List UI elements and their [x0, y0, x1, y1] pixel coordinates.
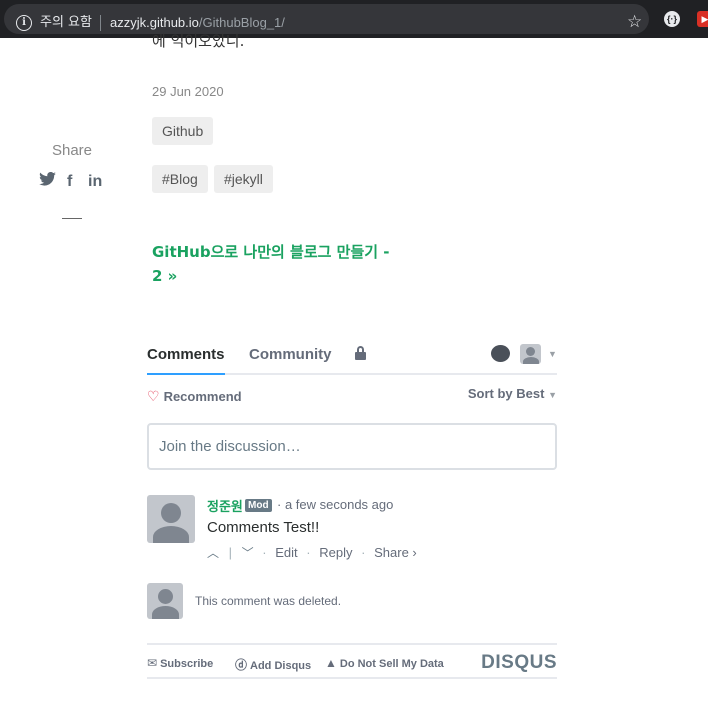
- post-body-text: 에 익이오았니.: [152, 32, 245, 50]
- post-date: 29 Jun 2020: [152, 84, 224, 99]
- next-post-link[interactable]: GitHub으로 나만의 블로그 만들기 - 2 »: [152, 240, 392, 288]
- mod-badge: Mod: [245, 499, 272, 512]
- category-tag[interactable]: Github: [152, 117, 214, 145]
- url-path: /GithubBlog_1/: [198, 15, 285, 30]
- deleted-comment-text: This comment was deleted.: [195, 594, 342, 608]
- edit-button[interactable]: Edit: [275, 545, 297, 560]
- share-label: Share: [51, 142, 93, 159]
- subscribe-label: Subscribe: [160, 658, 214, 670]
- downvote-icon[interactable]: ﹀: [242, 544, 254, 561]
- twitter-icon[interactable]: [39, 171, 56, 192]
- chevron-down-icon: ▼: [548, 390, 557, 400]
- upvote-icon[interactable]: ︿: [207, 544, 219, 561]
- lock-icon[interactable]: [355, 346, 366, 360]
- comment-item: 정준원 Mod · a few seconds ago Comments Tes…: [147, 495, 557, 575]
- tab-comments[interactable]: Comments: [147, 346, 225, 375]
- url-host: azzyjk.github.io: [110, 15, 199, 30]
- address-divider: [100, 15, 101, 31]
- recommend-label: Recommend: [163, 389, 242, 404]
- heart-icon: ♡: [147, 388, 160, 404]
- recommend-button[interactable]: ♡ Recommend: [147, 388, 242, 405]
- comment-actions: ︿ | ﹀ · Edit · Reply · Share ›: [207, 544, 417, 561]
- comment-time[interactable]: · a few seconds ago: [277, 497, 393, 512]
- deleted-comment: This comment was deleted.: [147, 583, 557, 623]
- disqus-d-icon: ⓓ: [235, 658, 248, 672]
- do-not-sell-label: Do Not Sell My Data: [339, 658, 444, 670]
- url-text[interactable]: azzyjk.github.io/GithubBlog_1/: [110, 15, 285, 31]
- tag-jekyll[interactable]: #jekyll: [214, 165, 273, 193]
- tag-blog[interactable]: #Blog: [152, 165, 208, 193]
- comment-author[interactable]: 정준원: [207, 496, 243, 515]
- sort-dropdown[interactable]: Sort by Best ▼: [468, 386, 557, 401]
- security-label[interactable]: 주의 요함: [40, 15, 92, 31]
- envelope-icon: ✉: [147, 656, 158, 670]
- browser-toolbar: i 주의 요함 azzyjk.github.io/GithubBlog_1/ ☆…: [0, 0, 708, 38]
- reply-button[interactable]: Reply: [319, 545, 352, 560]
- comment-input[interactable]: Join the discussion…: [147, 423, 557, 470]
- do-not-sell-link[interactable]: ▲ Do Not Sell My Data: [325, 656, 444, 670]
- notifications-bubble-icon[interactable]: [491, 345, 510, 362]
- linkedin-icon[interactable]: in: [88, 172, 102, 192]
- comment-text: Comments Test!!: [207, 519, 320, 536]
- share-button[interactable]: Share ›: [374, 545, 417, 560]
- tab-community[interactable]: Community: [249, 346, 332, 363]
- comment-time-text: a few seconds ago: [284, 497, 394, 512]
- disqus-thread: Comments Community ▼ ♡ Recommend Sort by …: [147, 338, 557, 679]
- facebook-icon[interactable]: f: [67, 172, 72, 192]
- share-icons: f in: [36, 171, 108, 192]
- address-bar[interactable]: i 주의 요함 azzyjk.github.io/GithubBlog_1/ ☆: [4, 4, 649, 34]
- sort-label: Sort by Best: [467, 386, 545, 401]
- user-avatar[interactable]: [520, 344, 541, 364]
- disqus-footer: ✉ Subscribe ⓓ Add Disqus ▲ Do Not Sell My D…: [147, 643, 557, 679]
- avatar: [147, 583, 183, 619]
- avatar[interactable]: [147, 495, 195, 543]
- add-disqus-label: Add Disqus: [250, 660, 312, 672]
- extension-icon[interactable]: {·}: [664, 11, 680, 27]
- disqus-tabs: Comments Community ▼: [147, 338, 557, 375]
- add-disqus-link[interactable]: ⓓ Add Disqus: [235, 656, 311, 673]
- info-icon[interactable]: i: [16, 15, 32, 31]
- bookmark-star-icon[interactable]: ☆: [627, 12, 642, 32]
- disqus-logo[interactable]: DISQUS: [481, 652, 557, 674]
- warning-icon: ▲: [325, 656, 337, 670]
- subscribe-link[interactable]: ✉ Subscribe: [147, 656, 213, 670]
- share-divider: [62, 218, 82, 219]
- chevron-down-icon[interactable]: ▼: [548, 349, 557, 359]
- disqus-toolbar: ♡ Recommend Sort by Best ▼: [147, 375, 557, 423]
- extension-play-icon[interactable]: ▶: [697, 11, 708, 27]
